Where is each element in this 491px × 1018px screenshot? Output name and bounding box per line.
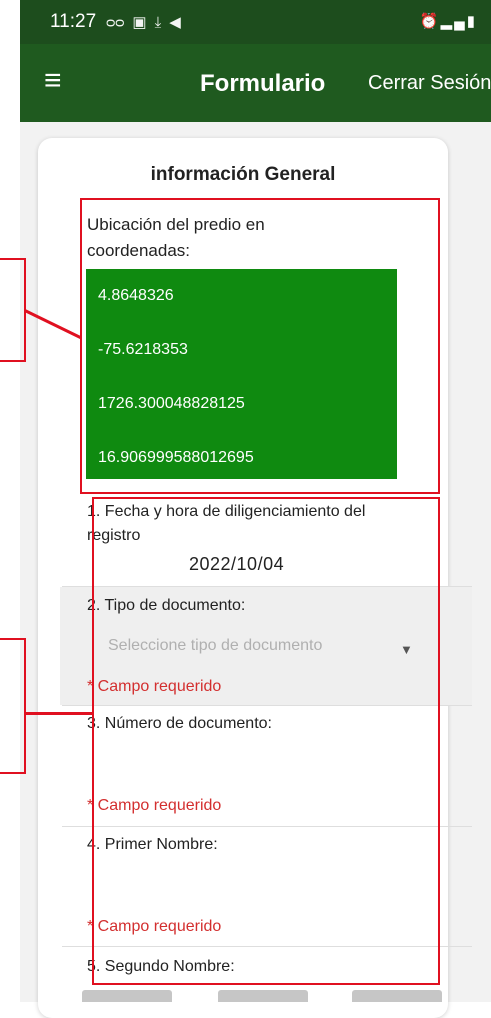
card-heading: información General [150,164,336,185]
status-right-icons: ⏰▂▄▮ [420,12,477,30]
page-title: Formulario [200,70,326,97]
signal-icon: ▂▄ [440,13,467,30]
image-icon: ▣ [132,14,147,31]
battery-icon: ▮ [466,13,477,30]
bottom-button[interactable] [218,990,308,1002]
annotation-box-location [80,198,440,494]
annotation-connector [25,712,94,715]
voicemail-icon: ᴑᴑ [106,13,125,31]
annotation-box-form [92,497,440,985]
navigation-icon: ◀ [169,14,181,31]
app-bar: ≡ Formulario Cerrar Sesión [20,44,491,122]
menu-icon[interactable]: ≡ [44,66,62,96]
logout-button[interactable]: Cerrar Sesión [368,72,491,95]
alarm-icon: ⏰ [419,13,441,30]
status-bar: 11:27 ᴑᴑ ▣ ⤓ ◀ ⏰▂▄▮ [20,0,491,44]
download-icon: ⤓ [154,13,162,31]
annotation-label-box [0,258,26,362]
bottom-button[interactable] [352,990,442,1002]
status-time: 11:27 [50,11,97,32]
bottom-button[interactable] [82,990,172,1002]
annotation-label-box [0,638,26,774]
